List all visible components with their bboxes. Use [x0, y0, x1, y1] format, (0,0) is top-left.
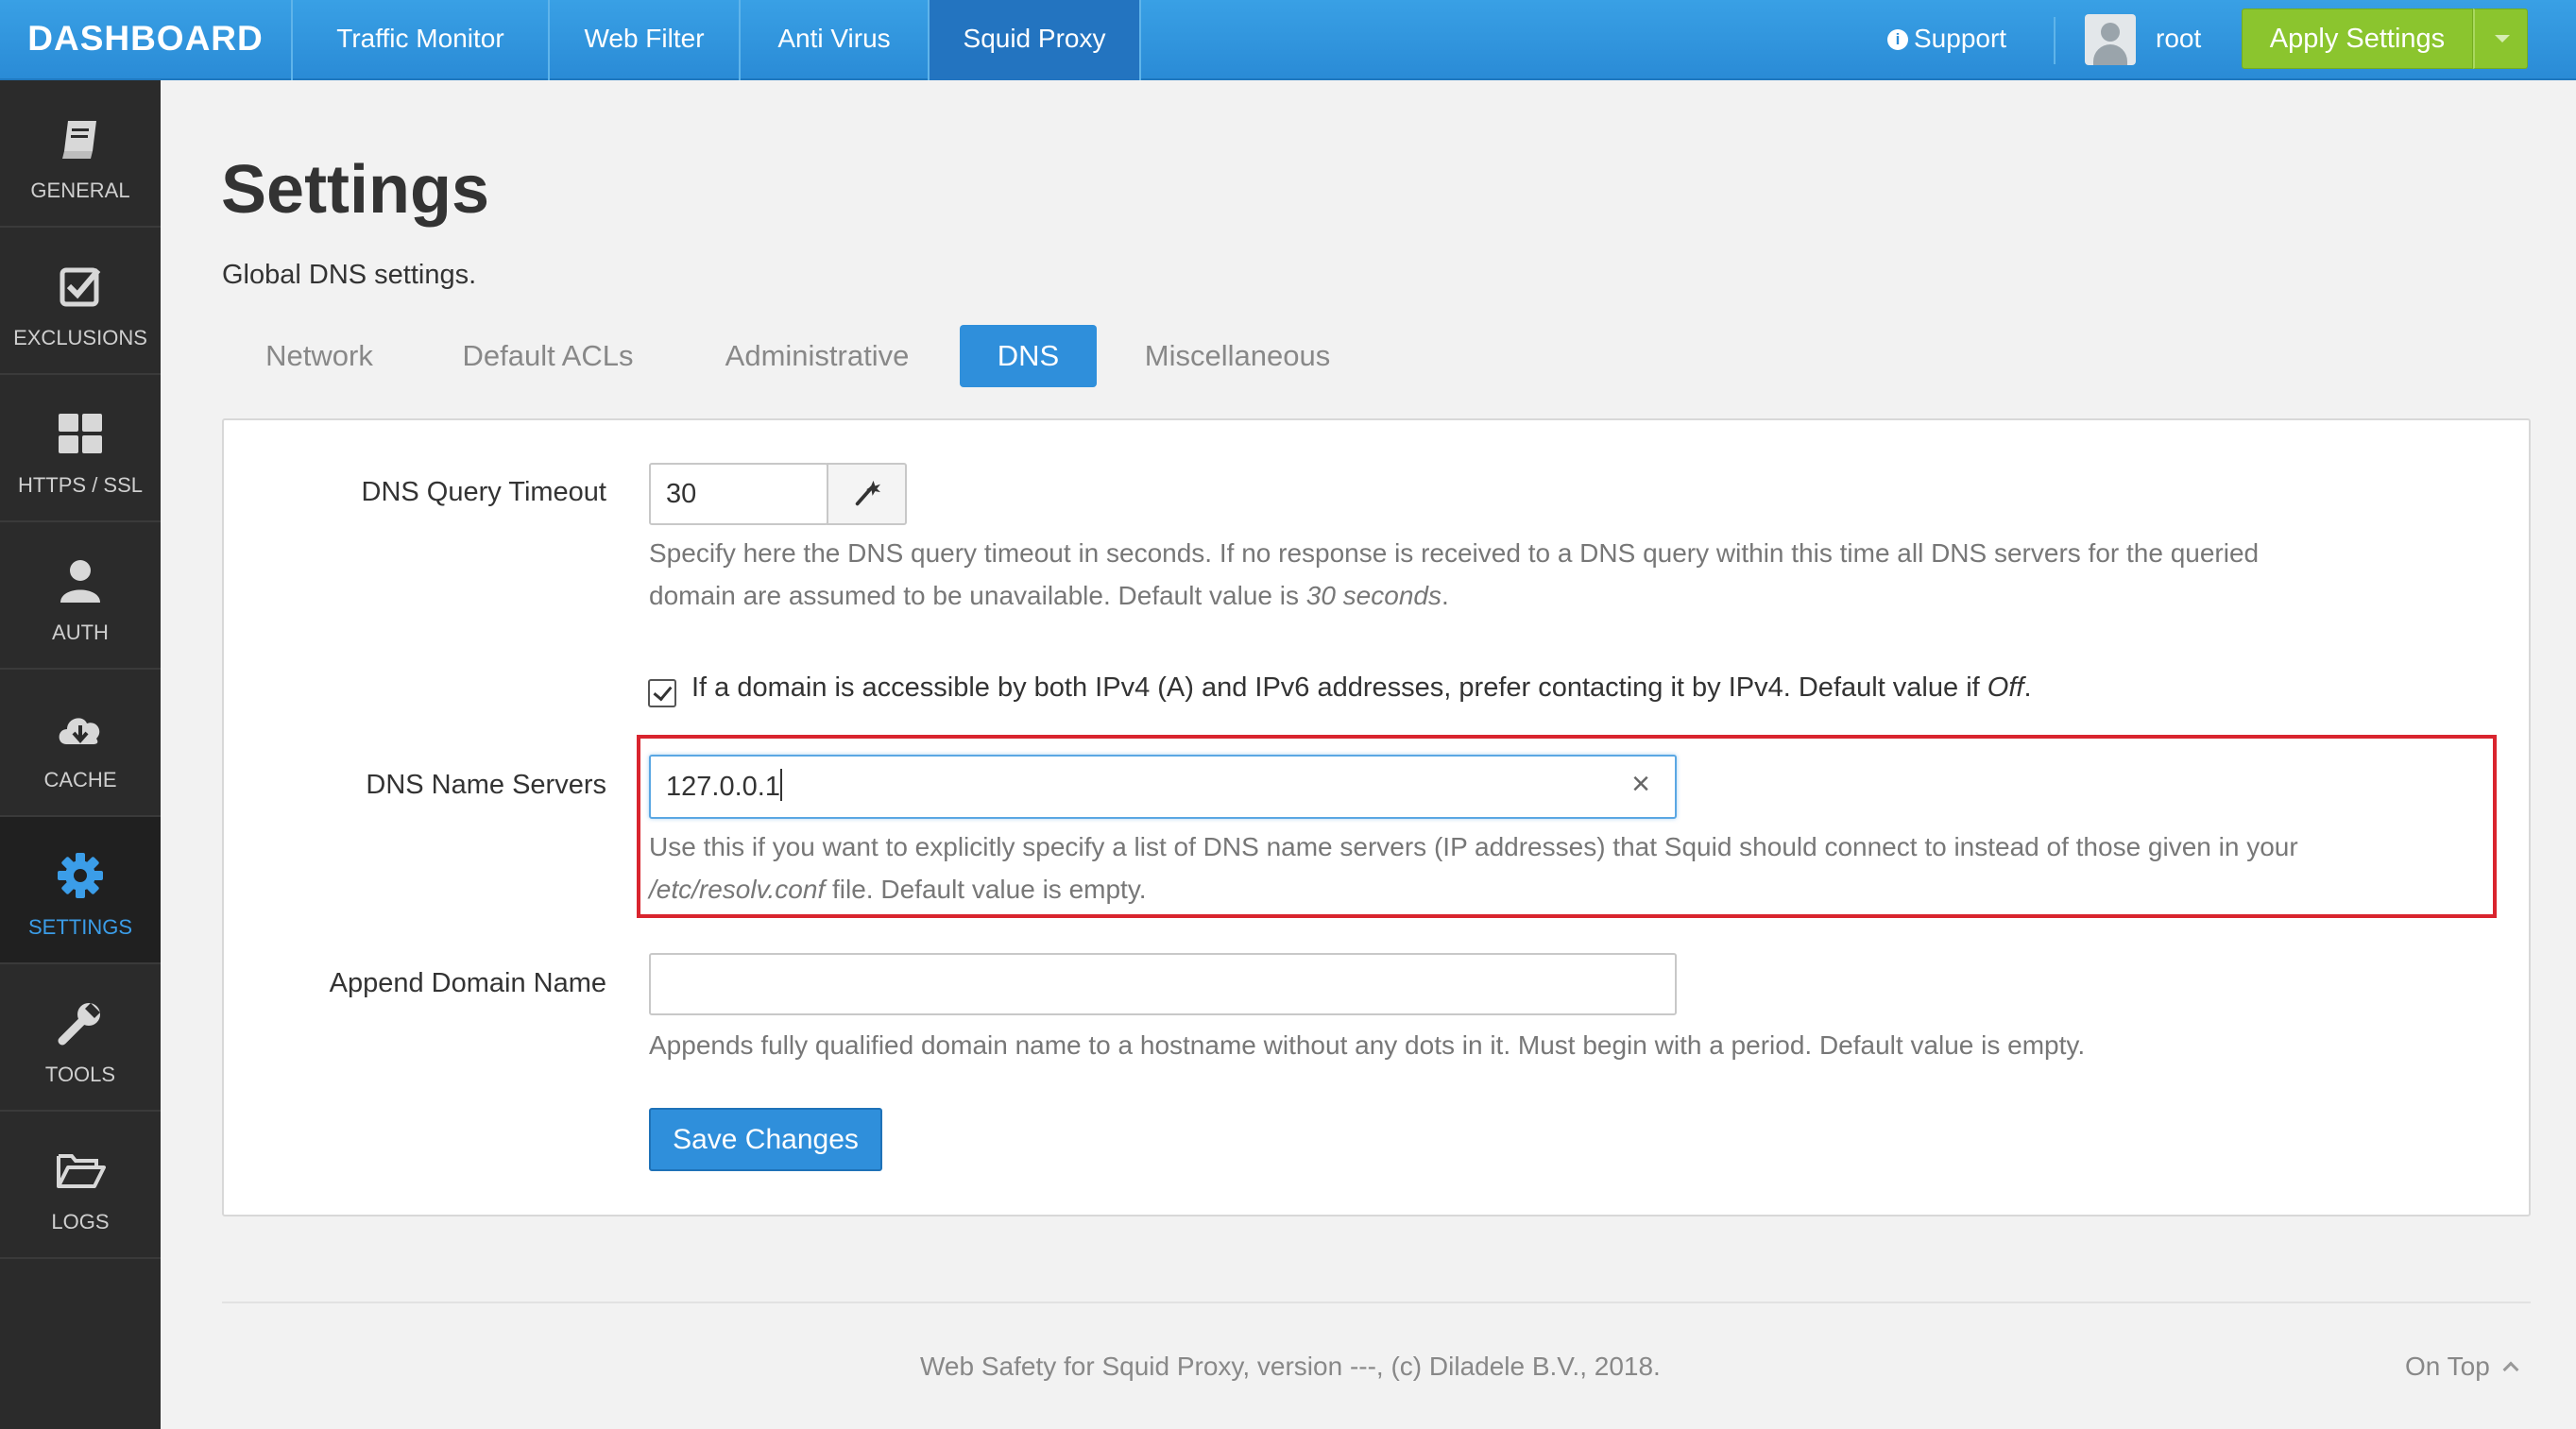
apply-dropdown-caret-icon[interactable] — [2473, 9, 2528, 69]
sidebar-item-label: AUTH — [52, 621, 109, 644]
tab-administrative[interactable]: Administrative — [697, 325, 937, 387]
sidebar: GENERAL EXCLUSIONS HTTPS / SSL AUTH CACH… — [0, 80, 161, 1429]
on-top-label: On Top — [2405, 1352, 2490, 1381]
help-line: /etc/resolv.conf file. Default value is … — [649, 875, 1147, 904]
folder-open-icon — [57, 1154, 106, 1188]
nav-squid-proxy[interactable]: Squid Proxy — [930, 0, 1141, 80]
reset-default-button[interactable] — [827, 463, 907, 525]
append-domain-name-help: Appends fully qualified domain name to a… — [649, 1030, 2086, 1060]
apply-settings-button[interactable]: Apply Settings — [2242, 9, 2473, 69]
chevron-up-icon — [2502, 1361, 2519, 1378]
page-subtitle: Global DNS settings. — [222, 260, 477, 290]
grid-icon — [59, 414, 102, 453]
sidebar-item-settings[interactable]: SETTINGS — [0, 817, 161, 964]
support-link[interactable]: i Support — [1887, 0, 2006, 80]
user-avatar-icon[interactable] — [2085, 14, 2136, 65]
sidebar-item-label: TOOLS — [44, 1063, 116, 1086]
dns-query-timeout-input[interactable]: 30 — [649, 463, 828, 525]
text-cursor — [779, 769, 782, 801]
tab-miscellaneous[interactable]: Miscellaneous — [1124, 325, 1351, 387]
page-title: Settings — [221, 152, 490, 228]
book-icon — [62, 121, 96, 159]
gear-icon — [58, 853, 103, 898]
nav-traffic-monitor[interactable]: Traffic Monitor — [293, 0, 550, 80]
footer-divider — [222, 1301, 2531, 1303]
tab-dns[interactable]: DNS — [960, 325, 1097, 387]
sidebar-item-auth[interactable]: AUTH — [0, 522, 161, 670]
sidebar-item-label: EXCLUSIONS — [13, 326, 147, 349]
dns-query-timeout-help: Specify here the DNS query timeout in se… — [649, 532, 2259, 617]
check-square-icon — [60, 267, 101, 307]
top-navbar: DASHBOARD Traffic Monitor Web Filter Ant… — [0, 0, 2576, 80]
sidebar-item-cache[interactable]: CACHE — [0, 670, 161, 817]
prefer-ipv4-checkbox[interactable] — [648, 679, 676, 707]
wrench-icon — [58, 1003, 100, 1046]
nav-anti-virus[interactable]: Anti Virus — [741, 0, 930, 80]
dns-query-timeout-label: DNS Query Timeout — [361, 477, 606, 507]
dns-name-servers-input[interactable]: 127.0.0.1 — [649, 755, 1677, 819]
info-icon: i — [1887, 29, 1908, 50]
sidebar-item-label: LOGS — [51, 1210, 110, 1233]
navbar-divider — [2054, 17, 2056, 64]
dns-name-servers-label: DNS Name Servers — [366, 770, 606, 800]
dns-name-servers-value: 127.0.0.1 — [666, 772, 780, 802]
sidebar-item-tools[interactable]: TOOLS — [0, 964, 161, 1112]
sidebar-item-label: HTTPS / SSL — [17, 473, 144, 497]
sidebar-item-general[interactable]: GENERAL — [0, 80, 161, 228]
sidebar-item-https-ssl[interactable]: HTTPS / SSL — [0, 375, 161, 522]
cloud-download-icon — [59, 718, 100, 744]
user-icon — [60, 560, 100, 603]
help-line: Specify here the DNS query timeout in se… — [649, 538, 2260, 568]
clear-input-icon[interactable]: × — [1627, 768, 1655, 800]
prefer-ipv4-label: If a domain is accessible by both IPv4 (… — [691, 672, 2032, 703]
footer-text: Web Safety for Squid Proxy, version ---,… — [920, 1352, 1661, 1381]
sidebar-item-label: CACHE — [43, 768, 117, 791]
brand-link[interactable]: DASHBOARD — [0, 0, 293, 80]
support-label: Support — [1914, 24, 2007, 53]
sidebar-item-exclusions[interactable]: EXCLUSIONS — [0, 228, 161, 375]
on-top-link[interactable]: On Top — [2405, 1352, 2519, 1382]
nav-web-filter[interactable]: Web Filter — [550, 0, 741, 80]
user-name[interactable]: root — [2156, 0, 2201, 80]
sidebar-item-label: GENERAL — [30, 179, 130, 202]
sidebar-item-logs[interactable]: LOGS — [0, 1112, 161, 1259]
sidebar-item-label: SETTINGS — [27, 915, 132, 939]
save-changes-button[interactable]: Save Changes — [649, 1108, 882, 1171]
append-domain-name-input[interactable] — [649, 953, 1677, 1015]
help-line: Use this if you want to explicitly speci… — [649, 832, 2298, 861]
tab-network[interactable]: Network — [227, 325, 412, 387]
append-domain-name-label: Append Domain Name — [329, 968, 606, 998]
help-line: domain are assumed to be unavailable. De… — [649, 581, 1449, 610]
dns-name-servers-help: Use this if you want to explicitly speci… — [649, 825, 2298, 910]
magic-wand-icon — [855, 480, 881, 506]
tab-default-acls[interactable]: Default ACLs — [436, 325, 659, 387]
